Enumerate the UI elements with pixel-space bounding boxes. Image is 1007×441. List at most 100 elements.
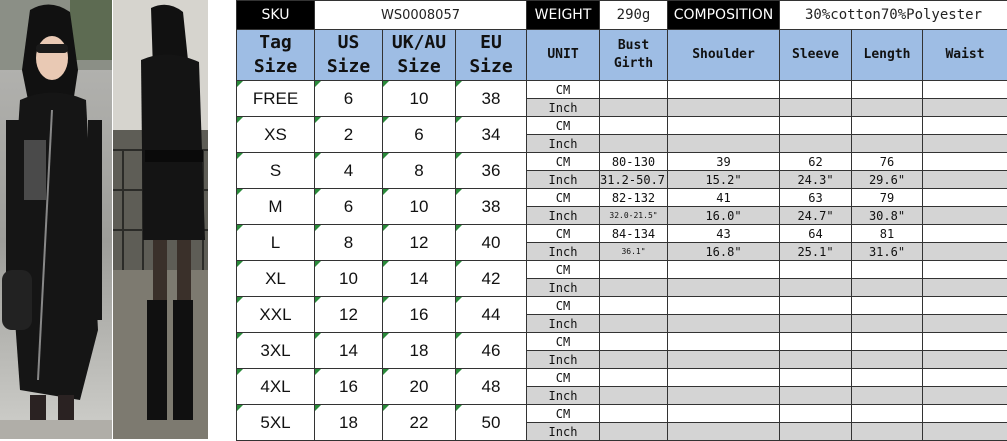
length-cell: 76 [852, 153, 923, 171]
tag-size-cell: 3XL [237, 333, 315, 369]
ukau-size-cell: 14 [383, 261, 456, 297]
unit-cell: CM [527, 333, 600, 351]
header-unit: UNIT [527, 30, 600, 81]
unit-cell: Inch [527, 315, 600, 333]
header-bust-girth: BustGirth [600, 30, 668, 81]
waist-cell [923, 225, 1007, 243]
us-size-cell: 12 [315, 297, 383, 333]
size-row-cm: M61038CM82-132416379 [237, 189, 1007, 207]
us-size-cell: 6 [315, 189, 383, 225]
sleeve-cell [780, 351, 852, 369]
bust-cell [600, 135, 668, 153]
us-size-cell: 4 [315, 153, 383, 189]
eu-size-cell: 46 [456, 333, 527, 369]
length-cell: 31.6" [852, 243, 923, 261]
header-shoulder: Shoulder [668, 30, 780, 81]
sleeve-cell [780, 387, 852, 405]
waist-cell [923, 423, 1007, 441]
size-row-cm: XL101442CM [237, 261, 1007, 279]
sleeve-cell [780, 261, 852, 279]
tag-size-cell: XL [237, 261, 315, 297]
us-size-cell: 2 [315, 117, 383, 153]
sleeve-cell [780, 297, 852, 315]
ukau-size-cell: 6 [383, 117, 456, 153]
unit-cell: Inch [527, 99, 600, 117]
ukau-size-cell: 12 [383, 225, 456, 261]
product-photo-front [0, 0, 112, 439]
product-info-row: SKU WS0008057 WEIGHT 290g COMPOSITION 30… [237, 1, 1007, 30]
unit-cell: CM [527, 369, 600, 387]
size-row-cm: XS2634CM [237, 117, 1007, 135]
waist-cell [923, 117, 1007, 135]
sleeve-cell [780, 81, 852, 99]
eu-size-cell: 38 [456, 81, 527, 117]
eu-size-cell: 48 [456, 369, 527, 405]
shoulder-cell [668, 351, 780, 369]
shoulder-cell: 15.2" [668, 171, 780, 189]
sku-label: SKU [237, 1, 315, 30]
length-cell [852, 297, 923, 315]
size-row-cm: 3XL141846CM [237, 333, 1007, 351]
size-row-cm: S4836CM80-130396276 [237, 153, 1007, 171]
size-row-cm: FREE61038CM [237, 81, 1007, 99]
shoulder-cell: 43 [668, 225, 780, 243]
composition-value: 30%cotton70%Polyester [780, 1, 1007, 30]
bust-cell [600, 351, 668, 369]
tag-size-cell: XXL [237, 297, 315, 333]
length-cell [852, 405, 923, 423]
bust-cell: 36.1" [600, 243, 668, 261]
shoulder-cell [668, 315, 780, 333]
tag-size-cell: S [237, 153, 315, 189]
tag-size-cell: FREE [237, 81, 315, 117]
bust-cell [600, 423, 668, 441]
sleeve-cell [780, 279, 852, 297]
ukau-size-cell: 22 [383, 405, 456, 441]
unit-cell: Inch [527, 135, 600, 153]
unit-cell: Inch [527, 351, 600, 369]
waist-cell [923, 261, 1007, 279]
eu-size-cell: 42 [456, 261, 527, 297]
shoulder-cell: 39 [668, 153, 780, 171]
bust-cell: 32.0-21.5" [600, 207, 668, 225]
ukau-size-cell: 20 [383, 369, 456, 405]
us-size-cell: 18 [315, 405, 383, 441]
unit-cell: CM [527, 153, 600, 171]
shoulder-cell [668, 81, 780, 99]
waist-cell [923, 189, 1007, 207]
sleeve-cell: 62 [780, 153, 852, 171]
header-us-size: USSize [315, 30, 383, 81]
unit-cell: CM [527, 405, 600, 423]
shoulder-cell: 41 [668, 189, 780, 207]
sleeve-cell [780, 333, 852, 351]
shoulder-cell [668, 261, 780, 279]
length-cell [852, 279, 923, 297]
tag-size-cell: 4XL [237, 369, 315, 405]
shoulder-cell [668, 423, 780, 441]
length-cell [852, 333, 923, 351]
length-cell [852, 423, 923, 441]
bust-cell [600, 297, 668, 315]
length-cell [852, 315, 923, 333]
length-cell: 79 [852, 189, 923, 207]
sleeve-cell: 24.3" [780, 171, 852, 189]
size-row-cm: 4XL162048CM [237, 369, 1007, 387]
waist-cell [923, 279, 1007, 297]
waist-cell [923, 207, 1007, 225]
bust-cell [600, 369, 668, 387]
unit-cell: Inch [527, 171, 600, 189]
tag-size-cell: L [237, 225, 315, 261]
size-row-cm: 5XL182250CM [237, 405, 1007, 423]
eu-size-cell: 50 [456, 405, 527, 441]
length-cell [852, 81, 923, 99]
sleeve-cell [780, 135, 852, 153]
sleeve-cell [780, 99, 852, 117]
us-size-cell: 6 [315, 81, 383, 117]
sleeve-cell [780, 405, 852, 423]
waist-cell [923, 333, 1007, 351]
header-waist: Waist [923, 30, 1007, 81]
shoulder-cell: 16.8" [668, 243, 780, 261]
us-size-cell: 8 [315, 225, 383, 261]
bust-cell: 80-130 [600, 153, 668, 171]
unit-cell: CM [527, 117, 600, 135]
bust-cell [600, 387, 668, 405]
